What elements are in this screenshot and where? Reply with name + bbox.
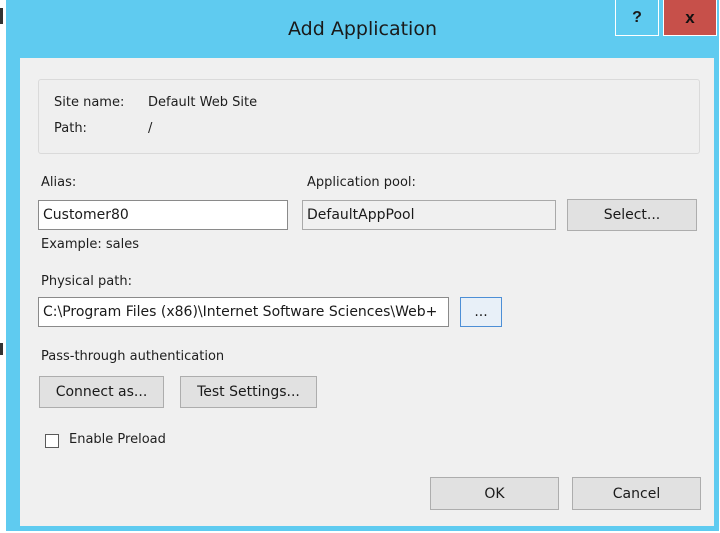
close-button[interactable]: x — [663, 0, 717, 36]
background-edge-mark — [0, 8, 3, 24]
application-pool-label: Application pool: — [307, 175, 416, 190]
connect-as-button[interactable]: Connect as... — [39, 376, 164, 408]
site-info-box: Site name: Default Web Site Path: / — [38, 79, 700, 154]
background-edge-mark — [0, 343, 3, 355]
alias-input[interactable]: Customer80 — [38, 200, 288, 230]
application-pool-field: DefaultAppPool — [302, 200, 556, 230]
help-button[interactable]: ? — [615, 0, 659, 36]
dialog-title: Add Application — [288, 18, 437, 40]
site-name-label: Site name: — [54, 95, 125, 110]
alias-example-text: Example: sales — [41, 237, 140, 252]
title-bar[interactable]: Add Application ? x — [6, 0, 719, 59]
physical-path-label: Physical path: — [41, 274, 132, 289]
question-mark-icon: ? — [632, 8, 642, 26]
browse-path-button[interactable]: ... — [460, 297, 502, 327]
physical-path-input[interactable]: C:\Program Files (x86)\Internet Software… — [38, 297, 449, 327]
enable-preload-checkbox[interactable] — [45, 434, 59, 448]
close-icon: x — [685, 7, 695, 27]
site-name-value: Default Web Site — [148, 95, 258, 110]
alias-label: Alias: — [41, 175, 77, 190]
pass-through-auth-label: Pass-through authentication — [41, 349, 225, 364]
cancel-button[interactable]: Cancel — [572, 477, 701, 510]
dialog-body: Site name: Default Web Site Path: / Alia… — [20, 58, 714, 526]
path-value: / — [148, 121, 153, 136]
test-settings-button[interactable]: Test Settings... — [180, 376, 317, 408]
enable-preload-label: Enable Preload — [69, 432, 166, 447]
path-label: Path: — [54, 121, 87, 136]
ok-button[interactable]: OK — [430, 477, 559, 510]
select-app-pool-button[interactable]: Select... — [567, 199, 697, 231]
add-application-dialog: Add Application ? x Site name: Default W… — [6, 0, 719, 531]
